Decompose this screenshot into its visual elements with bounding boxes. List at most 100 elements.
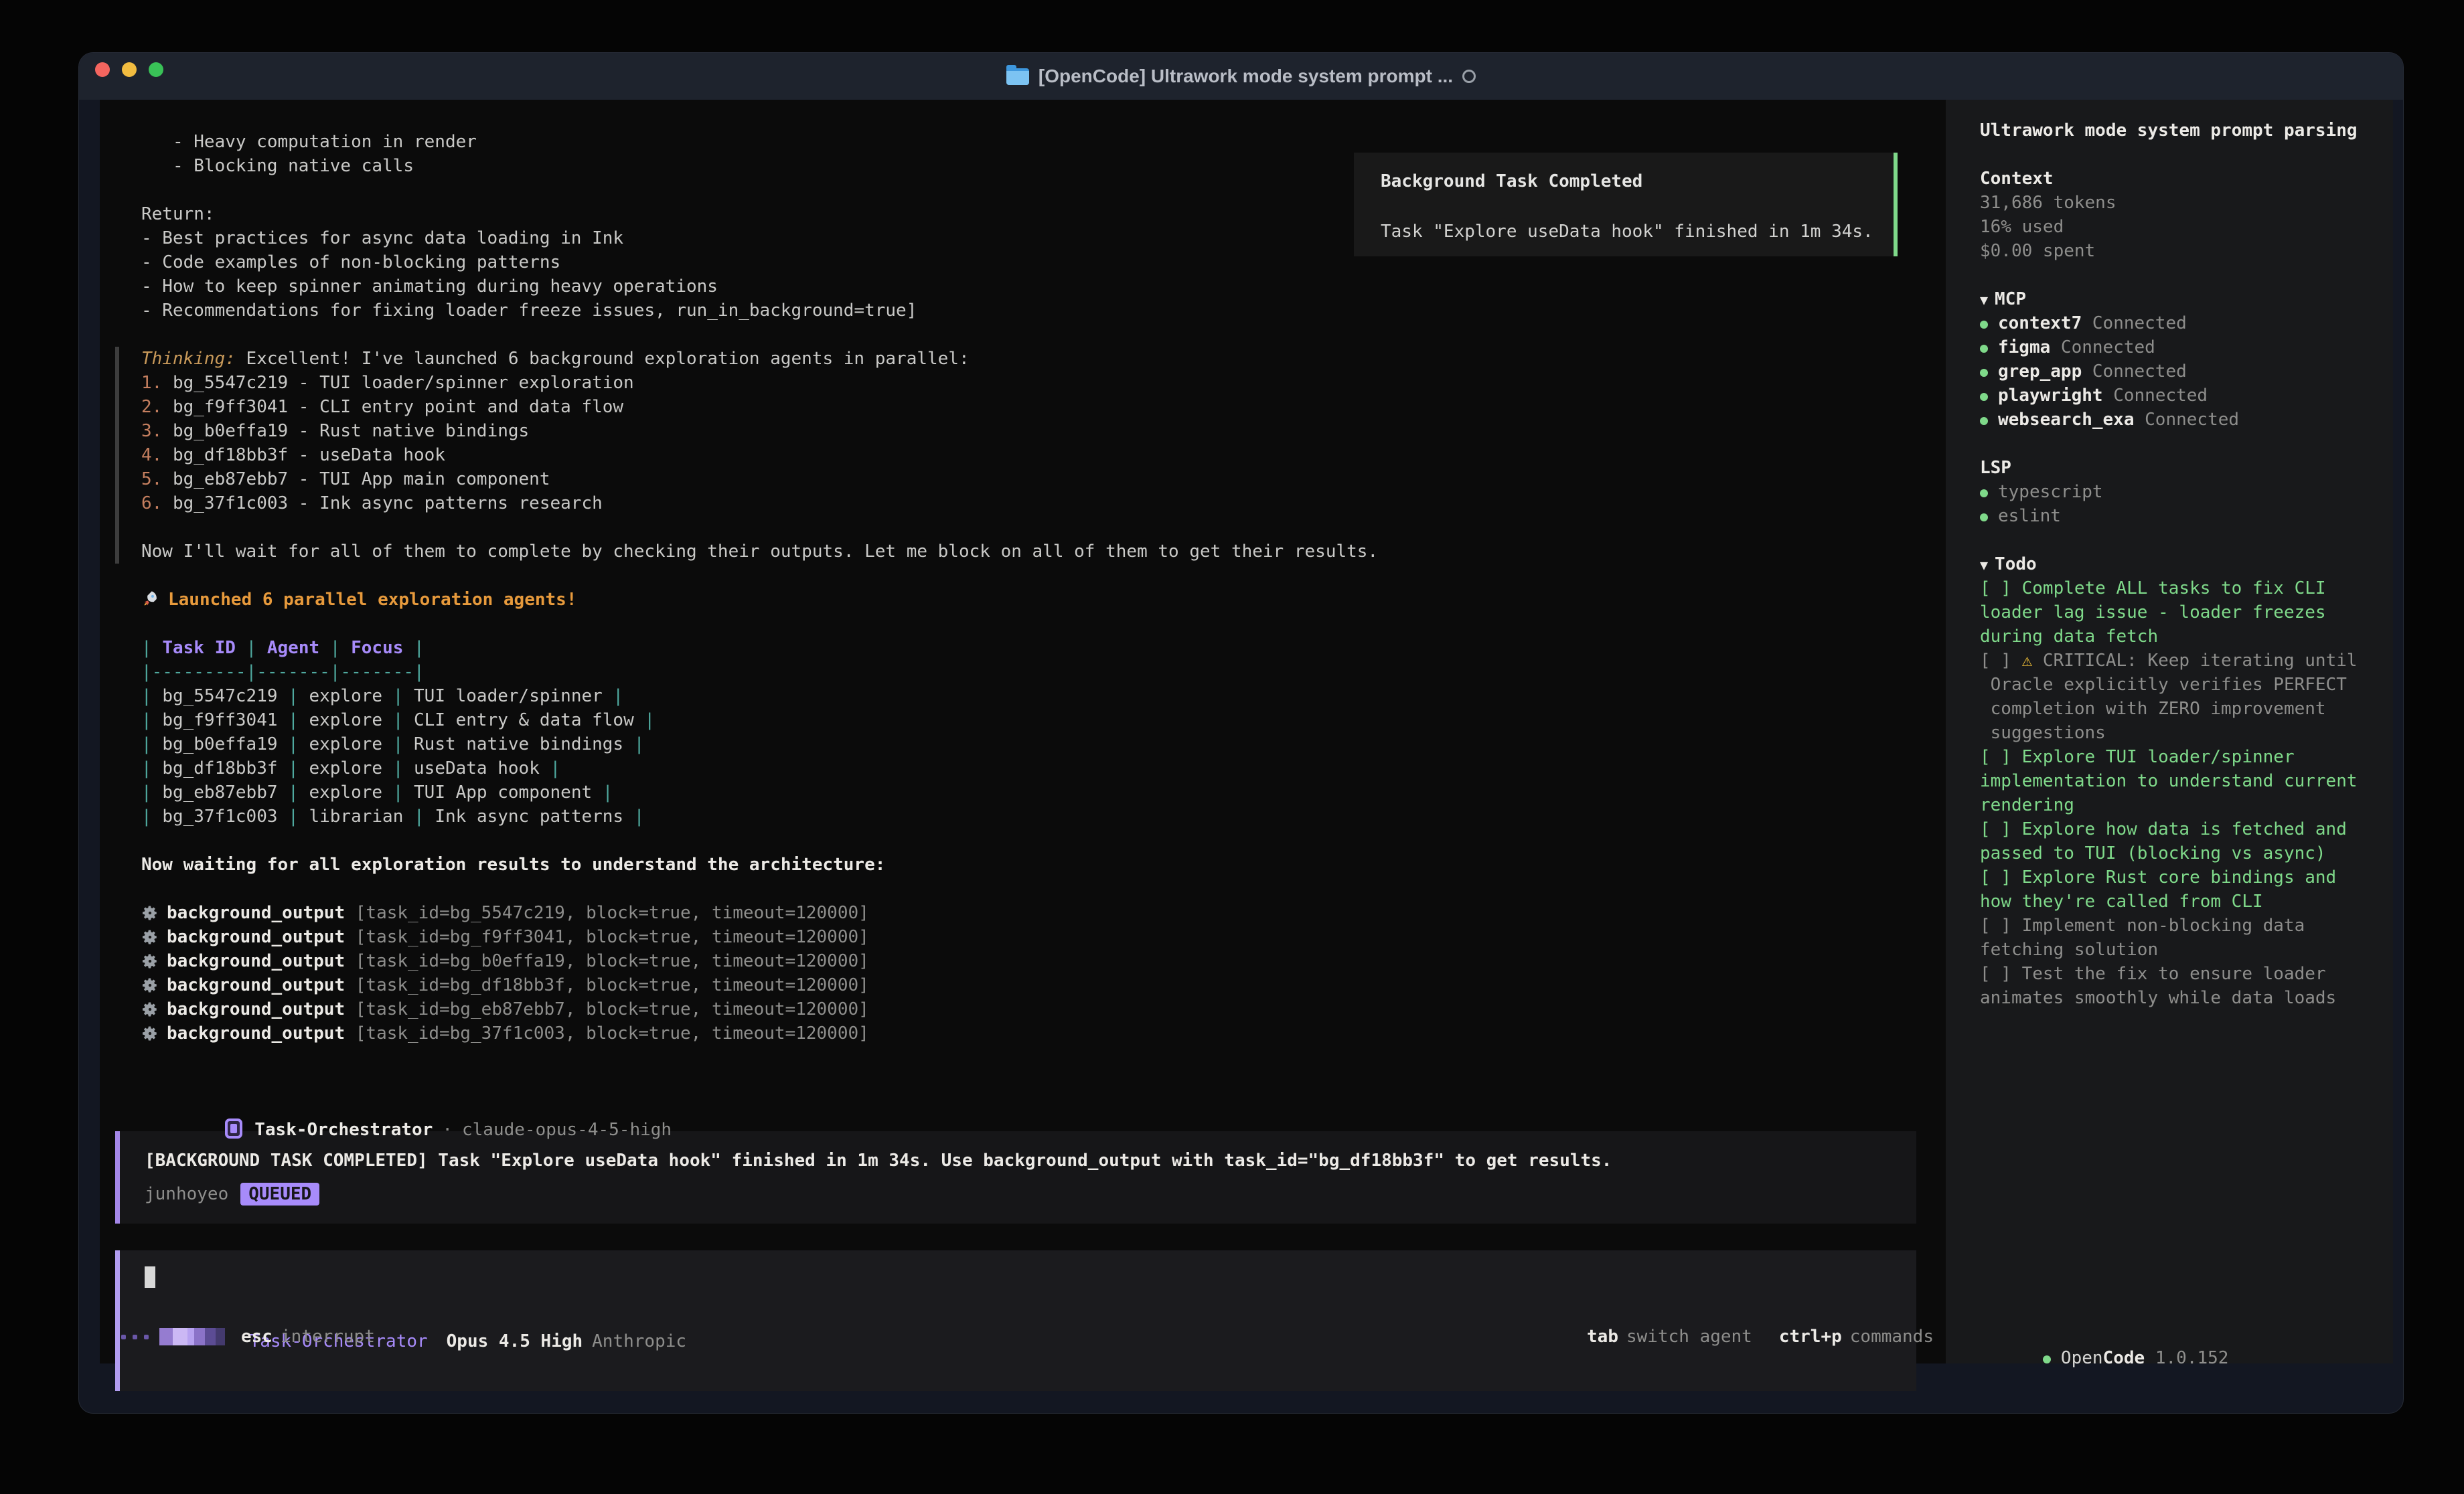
- table-row: | bg_eb87ebb7 | explore | TUI App compon…: [100, 780, 1946, 805]
- status-bar: esc interrupt tab switch agent ctrl+p co…: [100, 1326, 1946, 1347]
- agents-table: | Task ID | Agent | Focus ||---------|--…: [100, 636, 1946, 829]
- todo-item-line: passed to TUI (blocking vs async): [1980, 841, 2393, 865]
- ctrlp-key-hint: ctrl+p: [1779, 1325, 1842, 1349]
- todo-item-line: fetching solution: [1980, 938, 2393, 962]
- chevron-down-icon: ▼: [1980, 292, 1988, 308]
- todo-list: [ ] Complete ALL tasks to fix CLIloader …: [1980, 576, 2393, 1010]
- thinking-line: 6. bg_37f1c003 - Ink async patterns rese…: [119, 491, 1946, 515]
- todo-item-line: [ ] Explore TUI loader/spinner: [1980, 745, 2393, 769]
- agent-model: claude-opus-4-5-high: [462, 1120, 672, 1140]
- lsp-item: eslint: [1980, 504, 2393, 528]
- spinner-dots-icon: [121, 1335, 149, 1339]
- thinking-line: 5. bg_eb87ebb7 - TUI App main component: [119, 467, 1946, 491]
- todo-item-line: [ ] Explore Rust core bindings and: [1980, 865, 2393, 890]
- context-stats: 31,686 tokens16% used$0.00 spent: [1980, 191, 2393, 263]
- thinking-line: 3. bg_b0effa19 - Rust native bindings: [119, 419, 1946, 443]
- sidebar: Ultrawork mode system prompt parsing Con…: [1946, 100, 2393, 1363]
- toast-notification: Background Task Completed Task "Explore …: [1354, 153, 1898, 256]
- app-window: [OpenCode] Ultrawork mode system prompt …: [78, 52, 2404, 1414]
- mcp-item: figma Connected: [1980, 335, 2393, 359]
- thinking-line: 2. bg_f9ff3041 - CLI entry point and dat…: [119, 395, 1946, 419]
- mcp-list: context7 Connectedfigma Connectedgrep_ap…: [1980, 311, 2393, 432]
- thinking-block: Thinking: Excellent! I've launched 6 bac…: [115, 347, 1946, 564]
- thinking-line: Thinking: Excellent! I've launched 6 bac…: [119, 347, 1946, 371]
- toast-title: Background Task Completed: [1381, 169, 1894, 193]
- waiting-text: Now waiting for all exploration results …: [100, 853, 1946, 877]
- todo-heading: ▼Todo: [1980, 552, 2393, 576]
- tool-result-line: - Recommendations for fixing loader free…: [100, 299, 1946, 323]
- agent-name: Task-Orchestrator: [254, 1120, 433, 1140]
- lsp-heading: LSP: [1980, 456, 2393, 480]
- thinking-line: Now I'll wait for all of them to complet…: [119, 540, 1946, 564]
- window-title: [OpenCode] Ultrawork mode system prompt …: [79, 53, 2403, 100]
- connected-dot-icon: [1980, 393, 1988, 401]
- prompt-input[interactable]: Task-OrchestratorOpus 4.5 HighAnthropic: [115, 1250, 1916, 1391]
- table-row: |---------|-------|-------|: [100, 660, 1946, 684]
- todo-item-line: implementation to understand current: [1980, 769, 2393, 793]
- tab-key-label: switch agent: [1626, 1325, 1752, 1349]
- table-row: | bg_37f1c003 | librarian | Ink async pa…: [100, 805, 1946, 829]
- background-completed-message: [BACKGROUND TASK COMPLETED] Task "Explor…: [115, 1131, 1916, 1224]
- tool-call-list: background_output [task_id=bg_5547c219, …: [100, 901, 1946, 1046]
- tool-result-line: - How to keep spinner animating during h…: [100, 274, 1946, 299]
- mcp-item: playwright Connected: [1980, 384, 2393, 408]
- announce-line: Launched 6 parallel exploration agents!: [100, 588, 1946, 612]
- completed-message-text: [BACKGROUND TASK COMPLETED] Task "Explor…: [145, 1149, 1916, 1173]
- lsp-item: typescript: [1980, 480, 2393, 504]
- brand-prefix: Open: [2061, 1348, 2103, 1368]
- todo-item-line: [ ] Test the fix to ensure loader: [1980, 962, 2393, 986]
- tool-call-line: background_output [task_id=bg_f9ff3041, …: [100, 925, 1946, 949]
- todo-item-line: loader lag issue - loader freezes: [1980, 600, 2393, 625]
- connected-dot-icon: [1980, 369, 1988, 377]
- esc-key-label: interrupt: [281, 1325, 375, 1349]
- tab-key-hint: tab: [1587, 1325, 1618, 1349]
- status-circle-icon: [1462, 70, 1476, 83]
- separator-dot: ·: [442, 1120, 453, 1140]
- spinner-bar-icon: [159, 1328, 225, 1345]
- completed-user: junhoyeo: [145, 1184, 228, 1204]
- thinking-line: [119, 515, 1946, 540]
- chevron-down-icon: ▼: [1980, 557, 1988, 573]
- connected-dot-icon: [1980, 417, 1988, 425]
- table-row: | bg_b0effa19 | explore | Rust native bi…: [100, 732, 1946, 756]
- tool-call-line: background_output [task_id=bg_eb87ebb7, …: [100, 997, 1946, 1021]
- ctrlp-key-label: commands: [1850, 1325, 1934, 1349]
- todo-item-line: Oracle explicitly verifies PERFECT: [1980, 673, 2393, 697]
- lsp-list: typescripteslint: [1980, 480, 2393, 528]
- terminal-main-area: - Heavy computation in render - Blocking…: [100, 100, 1946, 1363]
- esc-key-hint: esc: [241, 1325, 273, 1349]
- tool-call-line: background_output [task_id=bg_5547c219, …: [100, 901, 1946, 925]
- connected-dot-icon: [1980, 321, 1988, 329]
- todo-item-line: completion with ZERO improvement: [1980, 697, 2393, 721]
- connected-dot-icon: [1980, 513, 1988, 521]
- toast-body: Task "Explore useData hook" finished in …: [1381, 220, 1894, 244]
- todo-item-line: how they're called from CLI: [1980, 890, 2393, 914]
- todo-item-line: during data fetch: [1980, 625, 2393, 649]
- app-version: 1.0.152: [2145, 1348, 2228, 1368]
- todo-item-line: [ ] Implement non-blocking data: [1980, 914, 2393, 938]
- online-dot-icon: [2043, 1355, 2051, 1363]
- table-row: | bg_df18bb3f | explore | useData hook |: [100, 756, 1946, 780]
- gear-icon: [141, 1025, 159, 1049]
- mcp-item: context7 Connected: [1980, 311, 2393, 335]
- context-stat: $0.00 spent: [1980, 239, 2393, 263]
- todo-item-line: suggestions: [1980, 721, 2393, 745]
- table-row: | bg_f9ff3041 | explore | CLI entry & da…: [100, 708, 1946, 732]
- rocket-icon: [141, 590, 160, 615]
- announce-text: Launched 6 parallel exploration agents!: [100, 588, 1946, 612]
- todo-item-line: rendering: [1980, 793, 2393, 817]
- tool-call-line: background_output [task_id=bg_37f1c003, …: [100, 1021, 1946, 1046]
- context-heading: Context: [1980, 167, 2393, 191]
- mcp-item: grep_app Connected: [1980, 359, 2393, 384]
- table-row: | Task ID | Agent | Focus |: [100, 636, 1946, 660]
- thinking-line: 1. bg_5547c219 - TUI loader/spinner expl…: [119, 371, 1946, 395]
- queued-badge: QUEUED: [240, 1183, 319, 1206]
- connected-dot-icon: [1980, 345, 1988, 353]
- window-title-text: [OpenCode] Ultrawork mode system prompt …: [1038, 66, 1453, 87]
- sidebar-footer: OpenCode 1.0.152: [1980, 1326, 2228, 1347]
- waiting-line: Now waiting for all exploration results …: [100, 853, 1946, 877]
- todo-item-line: [ ] Complete ALL tasks to fix CLI: [1980, 576, 2393, 600]
- text-cursor: [145, 1266, 155, 1288]
- tool-call-line: background_output [task_id=bg_df18bb3f, …: [100, 973, 1946, 997]
- mcp-item: websearch_exa Connected: [1980, 408, 2393, 432]
